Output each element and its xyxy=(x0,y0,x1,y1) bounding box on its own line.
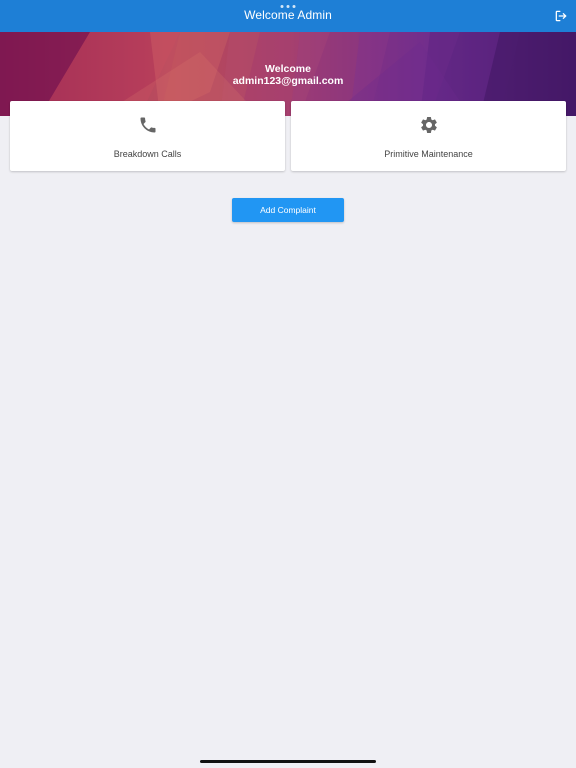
gear-icon xyxy=(420,116,437,133)
primitive-maintenance-label: Primitive Maintenance xyxy=(384,149,473,159)
app-screen: Welcome Admin Welcome admin123@gmail.com… xyxy=(0,0,576,768)
navigation-bar: Welcome Admin xyxy=(0,0,576,32)
welcome-message: Welcome admin123@gmail.com xyxy=(0,63,576,87)
logout-icon xyxy=(555,10,567,22)
user-email: admin123@gmail.com xyxy=(232,75,344,87)
primitive-maintenance-card[interactable]: Primitive Maintenance xyxy=(291,101,566,171)
add-complaint-button[interactable]: Add Complaint xyxy=(232,198,344,222)
home-indicator[interactable] xyxy=(200,760,376,763)
welcome-label: Welcome xyxy=(265,63,311,75)
phone-icon xyxy=(140,117,155,133)
breakdown-calls-card[interactable]: Breakdown Calls xyxy=(10,101,285,171)
logout-button[interactable] xyxy=(554,9,568,23)
breakdown-calls-label: Breakdown Calls xyxy=(113,149,182,159)
page-title: Welcome Admin xyxy=(244,8,332,22)
